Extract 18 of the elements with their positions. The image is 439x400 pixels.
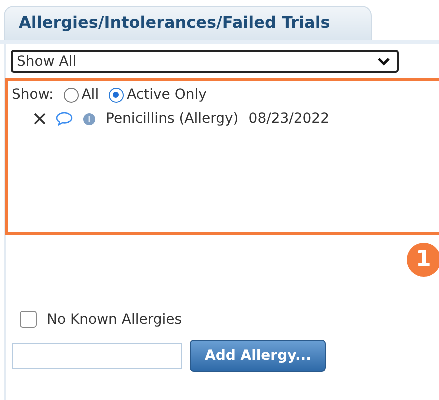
add-allergy-button[interactable]: Add Allergy... bbox=[190, 340, 326, 372]
show-label: Show: bbox=[12, 87, 54, 103]
callout-badge: 1 bbox=[407, 243, 439, 277]
allergy-name: Penicillins (Allergy) bbox=[106, 111, 239, 127]
chevron-down-icon bbox=[377, 57, 391, 66]
section-tab[interactable]: Allergies/Intolerances/Failed Trials bbox=[4, 6, 372, 40]
radio-label: All bbox=[82, 87, 100, 103]
checkbox-label: No Known Allergies bbox=[47, 312, 182, 328]
allergy-date: 08/23/2022 bbox=[248, 111, 330, 127]
radio-label: Active Only bbox=[127, 87, 207, 103]
allergy-input-field[interactable] bbox=[12, 343, 182, 369]
checkbox[interactable] bbox=[20, 311, 37, 328]
info-icon[interactable] bbox=[83, 112, 96, 126]
radio-button[interactable] bbox=[64, 88, 79, 102]
close-icon[interactable] bbox=[34, 113, 46, 125]
speech-bubble-icon[interactable] bbox=[56, 112, 73, 126]
radio-button[interactable] bbox=[109, 88, 124, 102]
filter-dropdown[interactable]: Show All bbox=[11, 50, 399, 73]
